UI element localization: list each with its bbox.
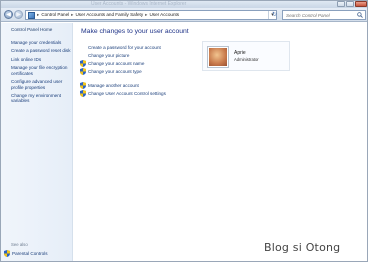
task-label: Change User Account Control settings	[88, 91, 166, 97]
user-name: Aprie	[234, 50, 246, 56]
maximize-button[interactable]	[346, 1, 354, 7]
forward-button[interactable]: ▶	[14, 10, 23, 19]
breadcrumb-control-panel[interactable]: Control Panel	[41, 11, 69, 19]
breadcrumb-user-accounts-family-safety[interactable]: User Accounts and Family Safety	[75, 11, 143, 19]
page-title: Make changes to your user account	[81, 28, 189, 35]
change-account-name-link[interactable]: Change your account name	[80, 59, 200, 67]
search-box[interactable]	[282, 10, 366, 20]
file-encryption-certificates-link[interactable]: Manage your file encryption certificates	[11, 65, 71, 76]
address-bar[interactable]: ▸ Control Panel ▸ User Accounts and Fami…	[25, 10, 277, 20]
control-panel-home-link[interactable]: Control Panel Home	[11, 27, 52, 32]
title-text: User Accounts - Windows Internet Explore…	[91, 1, 187, 7]
environment-variables-link[interactable]: Change my environment variables	[11, 93, 71, 104]
change-picture-link[interactable]: Change your picture	[80, 51, 200, 59]
control-panel-icon	[28, 11, 35, 19]
parental-controls-link[interactable]: Parental Controls	[4, 250, 48, 257]
link-online-ids-link[interactable]: Link online IDs	[11, 57, 71, 62]
change-account-type-link[interactable]: Change your account type	[80, 67, 200, 75]
user-role: Administrator	[234, 57, 259, 62]
task-list: Create a password for your account Chang…	[80, 43, 200, 98]
password-reset-disk-link[interactable]: Create a password reset disk	[11, 48, 71, 53]
forward-arrow-icon: ▶	[16, 11, 21, 18]
shield-icon	[80, 67, 86, 75]
window-controls	[337, 1, 367, 8]
task-label: Manage another account	[88, 82, 139, 88]
shield-icon	[80, 90, 86, 98]
search-icon[interactable]	[357, 12, 363, 18]
minimize-button[interactable]	[337, 1, 345, 7]
breadcrumb-separator: ▸	[145, 12, 148, 17]
breadcrumb-user-accounts[interactable]: User Accounts	[149, 11, 179, 19]
shield-icon	[80, 81, 86, 89]
back-arrow-icon: ◀	[6, 11, 11, 18]
left-pane: Control Panel Home Manage your credentia…	[1, 23, 73, 261]
refresh-icon[interactable]: ↻	[272, 11, 277, 19]
breadcrumb-separator: ▸	[71, 12, 74, 17]
task-label: Change your picture	[88, 52, 130, 58]
manage-another-account-link[interactable]: Manage another account	[80, 81, 200, 89]
task-label: Change your account name	[88, 60, 145, 66]
see-also-label: See also	[11, 242, 28, 247]
create-password-link[interactable]: Create a password for your account	[80, 43, 200, 51]
user-accounts-window: User Accounts - Windows Internet Explore…	[0, 0, 368, 262]
navigation-bar: ◀ ▶ ▸ Control Panel ▸ User Accounts and …	[1, 8, 367, 22]
watermark-text: Blog si Otong	[264, 241, 341, 254]
uac-settings-link[interactable]: Change User Account Control settings	[80, 89, 200, 98]
task-label: Create a password for your account	[88, 44, 161, 50]
shield-icon	[4, 250, 10, 257]
user-account-tile: Aprie Administrator	[202, 41, 290, 71]
manage-credentials-link[interactable]: Manage your credentials	[11, 40, 71, 45]
advanced-profile-properties-link[interactable]: Configure advanced user profile properti…	[11, 79, 71, 90]
avatar[interactable]	[207, 46, 229, 68]
main-content: Make changes to your user account Create…	[74, 23, 367, 261]
shield-icon	[80, 59, 86, 67]
left-pane-links: Manage your credentials Create a passwor…	[11, 40, 71, 107]
close-button[interactable]	[355, 1, 367, 7]
parental-controls-label: Parental Controls	[12, 251, 48, 256]
breadcrumb-separator: ▸	[37, 12, 40, 17]
back-button[interactable]: ◀	[4, 10, 13, 19]
task-label: Change your account type	[88, 68, 142, 74]
search-input[interactable]	[286, 12, 356, 18]
title-bar: User Accounts - Windows Internet Explore…	[1, 1, 367, 8]
